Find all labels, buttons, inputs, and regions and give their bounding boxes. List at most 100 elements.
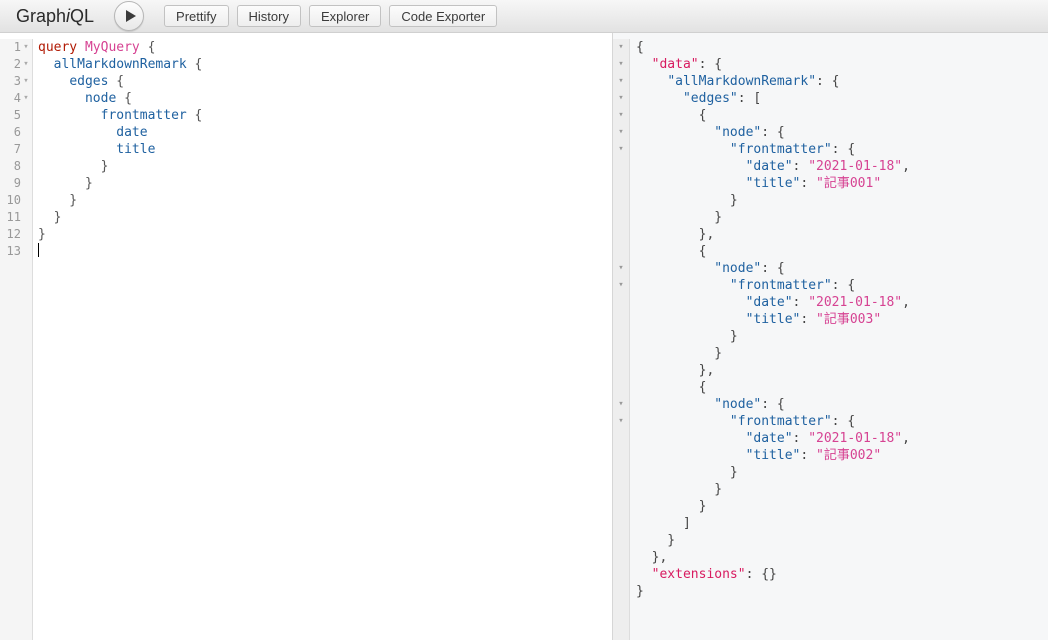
result-viewer[interactable]: ▾ ▾ ▾ ▾ ▾ ▾ ▾ ▾ ▾ ▾ ▾ { "data": { "allMarkdownRe…	[613, 33, 1048, 640]
code-line: "data": {	[636, 56, 1048, 73]
code-token: :	[792, 295, 809, 310]
code-token: MyQuery	[84, 40, 140, 55]
code-token: allMarkdownRemark	[53, 57, 187, 72]
fold-toggle-icon[interactable]: ▾	[21, 39, 31, 56]
code-token: : {	[816, 74, 840, 89]
code-token: "2021-01-18"	[808, 431, 903, 446]
text-cursor	[38, 243, 39, 257]
code-token: "2021-01-18"	[808, 295, 903, 310]
execute-query-button[interactable]	[114, 1, 145, 31]
query-editor-gutter[interactable]: 1 ▾ 2 ▾ 3 ▾ 4 ▾ 5 6 7 8 9 10 11 12 13	[0, 39, 33, 640]
code-token: },	[636, 550, 668, 565]
fold-toggle-icon[interactable]: ▾	[21, 90, 31, 107]
explorer-button[interactable]: Explorer	[308, 5, 382, 27]
fold-toggle-icon[interactable]: ▾	[613, 90, 629, 107]
code-token: frontmatter	[100, 108, 187, 123]
history-button[interactable]: History	[236, 5, 301, 27]
result-pane[interactable]: ▾ ▾ ▾ ▾ ▾ ▾ ▾ ▾ ▾ ▾ ▾ { "data": { "allMarkdownRe…	[613, 33, 1048, 640]
fold-toggle-icon[interactable]: ▾	[613, 39, 629, 56]
fold-toggle-icon[interactable]: ▾	[21, 56, 31, 73]
code-line: "frontmatter": {	[636, 413, 1048, 430]
code-token: :	[792, 431, 809, 446]
code-line: "edges": [	[636, 90, 1048, 107]
code-token: ,	[902, 431, 910, 446]
code-token: ,	[902, 295, 910, 310]
code-token: :	[800, 448, 817, 463]
code-token: : {	[831, 278, 856, 293]
code-line: "date": "2021-01-18",	[636, 158, 1048, 175]
fold-toggle-icon[interactable]: ▾	[613, 73, 629, 90]
code-line: },	[636, 226, 1048, 243]
result-fold-row	[613, 209, 629, 226]
code-exporter-button[interactable]: Code Exporter	[389, 5, 498, 27]
fold-toggle-icon[interactable]: ▾	[613, 107, 629, 124]
toolbar: Prettify History Explorer Code Exporter	[164, 5, 498, 27]
fold-toggle-icon[interactable]: ▾	[21, 73, 31, 90]
code-token: "frontmatter"	[729, 278, 832, 293]
code-token: "edges"	[682, 91, 738, 106]
fold-toggle-icon[interactable]: ▾	[613, 141, 629, 158]
query-editor-code[interactable]: query MyQuery { allMarkdownRemark { edge…	[33, 39, 612, 640]
code-token: "node"	[714, 261, 762, 276]
fold-toggle-icon[interactable]: ▾	[613, 396, 629, 413]
code-line: }	[636, 583, 1048, 600]
code-line: },	[636, 549, 1048, 566]
result-fold-row	[613, 583, 629, 600]
code-token: "記事001"	[816, 176, 882, 191]
result-fold-row	[613, 464, 629, 481]
query-editor-pane[interactable]: 1 ▾ 2 ▾ 3 ▾ 4 ▾ 5 6 7 8 9 10 11 12 13 query MyQuery { al…	[0, 33, 613, 640]
code-token: "frontmatter"	[729, 142, 832, 157]
code-line: "extensions": {}	[636, 566, 1048, 583]
code-line: }	[636, 532, 1048, 549]
code-token: }	[636, 346, 723, 361]
code-token: },	[636, 227, 715, 242]
fold-toggle-icon[interactable]: ▾	[613, 124, 629, 141]
result-gutter[interactable]: ▾ ▾ ▾ ▾ ▾ ▾ ▾ ▾ ▾ ▾ ▾	[613, 39, 630, 640]
fold-toggle-icon[interactable]: ▾	[613, 260, 629, 277]
fold-toggle-icon[interactable]: ▾	[613, 56, 629, 73]
code-token: : {	[761, 397, 785, 412]
code-token: }	[636, 482, 723, 497]
code-line: "allMarkdownRemark": {	[636, 73, 1048, 90]
prettify-button[interactable]: Prettify	[164, 5, 229, 27]
code-line: title	[38, 141, 612, 158]
code-token: {	[139, 40, 156, 55]
code-line: "title": "記事001"	[636, 175, 1048, 192]
fold-toggle-icon[interactable]: ▾	[613, 413, 629, 430]
query-editor[interactable]: 1 ▾ 2 ▾ 3 ▾ 4 ▾ 5 6 7 8 9 10 11 12 13 query MyQuery { al…	[0, 33, 612, 640]
code-token: {	[116, 91, 132, 106]
code-line: "date": "2021-01-18",	[636, 294, 1048, 311]
result-fold-row	[613, 328, 629, 345]
logo-text-right: QL	[70, 5, 95, 26]
code-token: {	[186, 57, 203, 72]
code-line: }	[38, 209, 612, 226]
topbar: GraphiQL Prettify History Explorer Code …	[0, 0, 1048, 33]
code-line: "title": "記事003"	[636, 311, 1048, 328]
code-token: query	[38, 40, 78, 55]
fold-toggle-icon[interactable]: ▾	[613, 277, 629, 294]
code-line: }	[38, 158, 612, 175]
code-token: },	[636, 363, 715, 378]
code-line: "node": {	[636, 396, 1048, 413]
code-token: {	[186, 108, 203, 123]
code-line: }	[636, 498, 1048, 515]
code-line: }	[636, 464, 1048, 481]
code-line: {	[636, 243, 1048, 260]
code-line: "node": {	[636, 124, 1048, 141]
result-code: { "data": { "allMarkdownRemark": { "edge…	[630, 39, 1048, 640]
code-token: :	[800, 312, 817, 327]
code-token: "記事003"	[816, 312, 882, 327]
line-number: 4 ▾	[0, 90, 32, 107]
code-token: }	[38, 176, 93, 191]
